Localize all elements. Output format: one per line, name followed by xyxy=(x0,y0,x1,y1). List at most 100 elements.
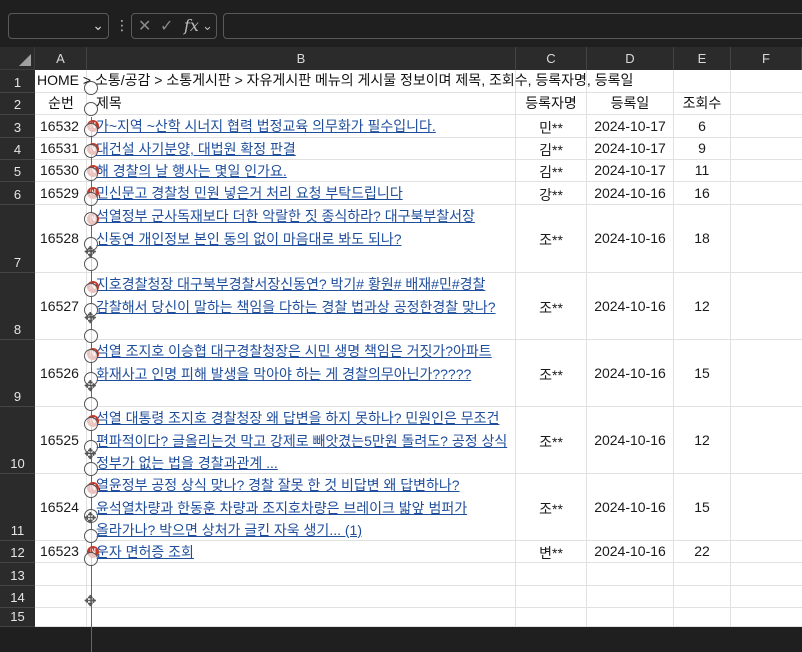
column-header-b[interactable]: B xyxy=(87,47,516,70)
record-title-link[interactable]: 석열 조지호 이승협 대구경찰청장은 시민 생명 책임은 거짓가?아파트 화재사… xyxy=(96,340,512,407)
record-title-link[interactable]: 대건설 사기분양, 대법원 확정 판결 xyxy=(96,139,512,159)
record-date[interactable]: 2024-10-16 xyxy=(587,543,673,559)
column-header-d[interactable]: D xyxy=(587,47,674,70)
fx-icon[interactable]: fx xyxy=(184,16,199,35)
column-header-a[interactable]: A xyxy=(35,47,87,70)
move-handle-icon[interactable]: ✥ xyxy=(84,509,97,527)
record-no[interactable]: 16528 xyxy=(40,230,90,246)
record-views[interactable]: 12 xyxy=(674,298,730,314)
row-header-14[interactable]: 14 xyxy=(0,586,35,608)
record-author[interactable]: 조** xyxy=(516,298,586,318)
header-date[interactable]: 등록일 xyxy=(587,93,673,113)
column-header-f[interactable]: F xyxy=(731,47,802,70)
record-no[interactable]: 16527 xyxy=(40,298,90,314)
record-views[interactable]: 12 xyxy=(674,432,730,448)
record-no[interactable]: 16529 xyxy=(40,185,90,201)
more-options-icon[interactable]: ⋮ xyxy=(115,17,129,33)
record-date[interactable]: 2024-10-16 xyxy=(587,432,673,448)
record-author[interactable]: 조** xyxy=(516,499,586,519)
record-date[interactable]: 2024-10-17 xyxy=(587,118,673,134)
record-author[interactable]: 민** xyxy=(516,118,586,138)
record-no[interactable]: 16526 xyxy=(40,365,90,381)
resize-handle-icon[interactable] xyxy=(84,144,98,158)
record-views[interactable]: 16 xyxy=(674,185,730,201)
move-handle-icon[interactable]: ✥ xyxy=(84,445,97,463)
header-author[interactable]: 등록자명 xyxy=(516,93,586,113)
row-header-7[interactable]: 7 xyxy=(0,205,35,273)
resize-handle-icon[interactable] xyxy=(84,192,98,206)
resize-handle-icon[interactable] xyxy=(84,397,98,411)
record-views[interactable]: 22 xyxy=(674,543,730,559)
record-author[interactable]: 강** xyxy=(516,185,586,205)
resize-handle-icon[interactable] xyxy=(84,329,98,343)
row-header-9[interactable]: 9 xyxy=(0,340,35,407)
move-handle-icon[interactable]: ✥ xyxy=(84,243,97,261)
record-author[interactable]: 조** xyxy=(516,432,586,452)
record-author[interactable]: 김** xyxy=(516,140,586,160)
record-views[interactable]: 6 xyxy=(674,118,730,134)
resize-handle-icon[interactable] xyxy=(84,167,98,181)
row-header-15[interactable]: 15 xyxy=(0,608,35,627)
resize-handle-icon[interactable] xyxy=(84,529,98,543)
resize-handle-icon[interactable] xyxy=(84,123,98,137)
record-date[interactable]: 2024-10-16 xyxy=(587,230,673,246)
header-title[interactable]: 제목 xyxy=(96,93,122,113)
move-handle-icon[interactable]: ✥ xyxy=(84,592,97,610)
record-date[interactable]: 2024-10-16 xyxy=(587,365,673,381)
record-title-link[interactable]: 석열정부 군사독재보다 더한 악랄한 짓 종식하라? 대구북부찰서장 신동연 개… xyxy=(96,205,512,273)
record-no[interactable]: 16525 xyxy=(40,432,90,448)
row-header-1[interactable]: 1 xyxy=(0,70,35,93)
breadcrumb-text[interactable]: HOME > 소통/공감 > 소통게시판 > 자유게시판 메뉴의 게시물 정보이… xyxy=(37,70,633,91)
record-title-link[interactable]: 민신문고 경찰청 민원 넣은거 처리 요청 부탁드립니다 xyxy=(96,183,512,203)
move-handle-icon[interactable]: ✥ xyxy=(84,377,97,395)
record-date[interactable]: 2024-10-17 xyxy=(587,162,673,178)
row-header-11[interactable]: 11 xyxy=(0,474,35,541)
record-views[interactable]: 18 xyxy=(674,230,730,246)
record-no[interactable]: 16532 xyxy=(40,118,90,134)
record-date[interactable]: 2024-10-16 xyxy=(587,185,673,201)
header-no[interactable]: 순번 xyxy=(37,93,85,113)
row-header-12[interactable]: 12 xyxy=(0,541,35,563)
resize-handle-icon[interactable] xyxy=(84,212,98,226)
row-header-6[interactable]: 6 xyxy=(0,182,35,205)
record-no[interactable]: 16524 xyxy=(40,499,90,515)
record-views[interactable]: 15 xyxy=(674,499,730,515)
record-date[interactable]: 2024-10-16 xyxy=(587,298,673,314)
row-header-13[interactable]: 13 xyxy=(0,563,35,586)
row-header-2[interactable]: 2 xyxy=(0,93,35,115)
record-title-link[interactable]: 지호경찰청장 대구북부경찰서장신동연? 박기# 황원# 배재#민#경찰 감찰해서… xyxy=(96,273,512,340)
resize-handle-icon[interactable] xyxy=(84,417,98,431)
check-icon[interactable]: ✓ xyxy=(160,16,173,36)
resize-handle-icon[interactable] xyxy=(84,552,98,566)
resize-handle-icon[interactable] xyxy=(84,484,98,498)
move-handle-icon[interactable]: ✥ xyxy=(84,309,97,327)
record-no[interactable]: 16530 xyxy=(40,162,90,178)
record-title-link[interactable]: 운자 면허증 조회 xyxy=(96,542,512,562)
row-header-10[interactable]: 10 xyxy=(0,407,35,474)
formula-input[interactable] xyxy=(223,13,802,39)
record-views[interactable]: 15 xyxy=(674,365,730,381)
row-header-4[interactable]: 4 xyxy=(0,138,35,160)
record-author[interactable]: 변** xyxy=(516,543,586,563)
row-header-5[interactable]: 5 xyxy=(0,160,35,182)
record-title-link[interactable]: 해 경찰의 날 행사는 몇일 인가요. xyxy=(96,161,512,181)
column-header-c[interactable]: C xyxy=(516,47,587,70)
row-header-3[interactable]: 3 xyxy=(0,115,35,138)
record-author[interactable]: 조** xyxy=(516,365,586,385)
row-header-8[interactable]: 8 xyxy=(0,273,35,340)
record-date[interactable]: 2024-10-17 xyxy=(587,140,673,156)
column-header-e[interactable]: E xyxy=(674,47,731,70)
record-title-link[interactable]: 열윤정부 공정 상식 맞나? 경찰 잘못 한 것 비답변 왜 답변하나?윤석열차… xyxy=(96,474,512,541)
record-date[interactable]: 2024-10-16 xyxy=(587,499,673,515)
resize-handle-icon[interactable] xyxy=(84,462,98,476)
record-author[interactable]: 김** xyxy=(516,162,586,182)
resize-handle-icon[interactable] xyxy=(84,102,98,116)
record-title-link[interactable]: 가~지역 ~산학 시너지 협력 법정교육 의무화가 필수입니다. xyxy=(96,116,512,136)
close-icon[interactable]: ✕ xyxy=(138,16,151,36)
record-views[interactable]: 11 xyxy=(674,162,730,178)
record-author[interactable]: 조** xyxy=(516,230,586,250)
select-all-button[interactable] xyxy=(0,47,35,70)
resize-handle-icon[interactable] xyxy=(84,349,98,363)
record-title-link[interactable]: 석열 대통령 조지호 경찰청장 왜 답변을 하지 못하나? 민원인은 무조건 편… xyxy=(96,407,512,474)
resize-handle-icon[interactable] xyxy=(84,283,98,297)
